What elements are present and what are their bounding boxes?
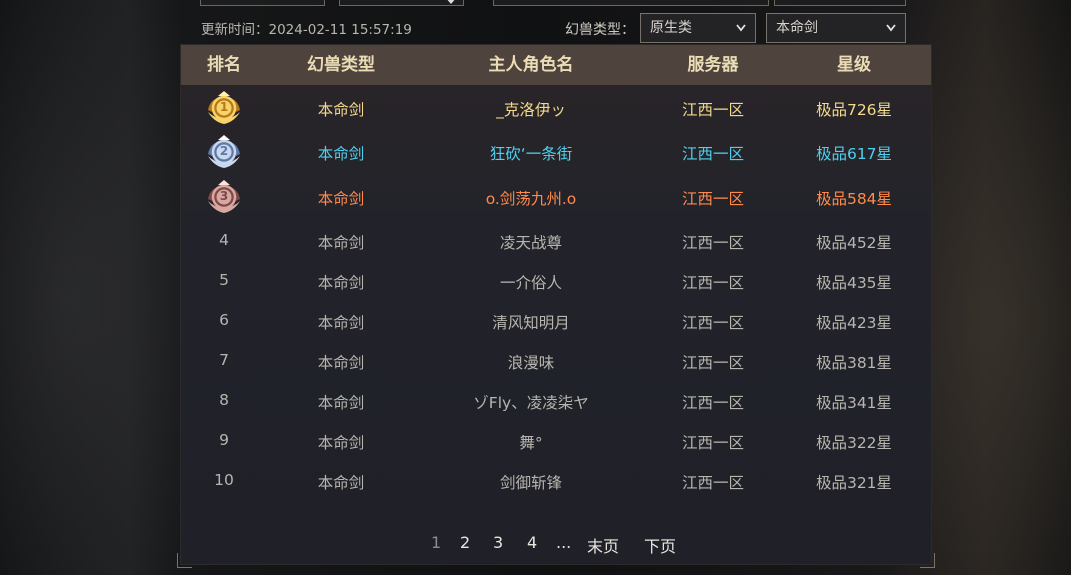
owner-name-cell: ゾFly、凌凌柒ヤ	[473, 394, 589, 412]
server-cell: 江西一区	[681, 101, 745, 119]
beast-type-cell: 本命剑	[317, 314, 365, 332]
owner-name-cell: 清风知明月	[492, 314, 570, 332]
stars-cell: 极品322星	[815, 434, 893, 452]
stars-cell: 极品452星	[815, 234, 893, 252]
owner-name-cell: 浪漫味	[507, 354, 555, 372]
rank-cell: 10	[214, 471, 234, 489]
rank-cell: 8	[219, 391, 229, 409]
beast-type-cell: 本命剑	[317, 101, 365, 119]
beast-type-cell: 本命剑	[317, 190, 365, 208]
server-cell: 江西一区	[681, 434, 745, 452]
table-row: 2 本命剑 狂砍‘一条街 江西一区 极品617星	[181, 132, 931, 172]
rank-number: 2	[219, 144, 229, 158]
stars-cell: 极品423星	[815, 314, 893, 332]
beast-type-select-value: 原生类	[650, 20, 692, 36]
owner-name-cell: 一介俗人	[499, 274, 563, 292]
table-header: 排名 幻兽类型 主人角色名 服务器 星级	[181, 45, 931, 85]
stars-cell: 极品584星	[815, 190, 893, 208]
header-rank: 排名	[207, 55, 241, 75]
last-page-link[interactable]: 末页	[587, 533, 619, 557]
beast-name-select[interactable]: 本命剑	[766, 13, 906, 43]
silver-rank-2-medal-icon: 2	[204, 132, 244, 172]
page-2-link[interactable]: 2	[460, 533, 470, 552]
beast-name-select-value: 本命剑	[776, 20, 818, 36]
pagination-ellipsis: ...	[556, 533, 572, 552]
table-row: 5 本命剑 一介俗人 江西一区 极品435星	[181, 261, 931, 301]
rank-cell: 5	[219, 271, 229, 289]
table-row: 10 本命剑 剑御斩锋 江西一区 极品321星	[181, 461, 931, 501]
gold-rank-1-medal-icon: 1	[204, 88, 244, 128]
stars-cell: 极品726星	[815, 101, 893, 119]
stars-cell: 极品381星	[815, 354, 893, 372]
server-cell: 江西一区	[681, 314, 745, 332]
page-3-link[interactable]: 3	[493, 533, 503, 552]
owner-name-cell: 凌天战尊	[499, 234, 563, 252]
page-4-link[interactable]: 4	[527, 533, 537, 552]
beast-type-cell: 本命剑	[317, 354, 365, 372]
dropdown-arrow-icon	[445, 0, 457, 4]
server-cell: 江西一区	[681, 274, 745, 292]
stars-cell: 极品341星	[815, 394, 893, 412]
rank-cell: 6	[219, 311, 229, 329]
rank-number: 1	[219, 100, 229, 114]
rank-cell: 4	[219, 231, 229, 249]
server-cell: 江西一区	[681, 145, 745, 163]
header-beast-type: 幻兽类型	[307, 55, 375, 75]
beast-type-label: 幻兽类型：	[565, 22, 635, 38]
beast-type-select[interactable]: 原生类	[640, 13, 756, 43]
header-owner: 主人角色名	[488, 55, 574, 75]
table-row: 7 本命剑 浪漫味 江西一区 极品381星	[181, 341, 931, 381]
top-dropdown-stub[interactable]	[339, 0, 464, 6]
table-row: 6 本命剑 清风知明月 江西一区 极品423星	[181, 301, 931, 341]
beast-type-cell: 本命剑	[317, 434, 365, 452]
table-row: 1 本命剑 _克洛伊ッ 江西一区 极品726星	[181, 88, 931, 128]
header-server: 服务器	[687, 55, 739, 75]
table-row: 4 本命剑 凌天战尊 江西一区 极品452星	[181, 221, 931, 261]
rank-number: 3	[219, 189, 229, 203]
owner-name-cell: 狂砍‘一条街	[489, 145, 573, 163]
ranking-panel: 排名 幻兽类型 主人角色名 服务器 星级 1 本命剑 _克洛伊ッ 江西一区 极品726星…	[177, 45, 935, 568]
rank-cell: 9	[219, 431, 229, 449]
owner-name-cell: 剑御斩锋	[499, 474, 563, 492]
panel-corner-ornament	[920, 553, 935, 568]
bronze-rank-3-medal-icon: 3	[204, 177, 244, 217]
table-row: 8 本命剑 ゾFly、凌凌柒ヤ 江西一区 极品341星	[181, 381, 931, 421]
beast-type-cell: 本命剑	[317, 234, 365, 252]
beast-type-cell: 本命剑	[317, 274, 365, 292]
chevron-down-icon	[886, 24, 896, 32]
next-page-link[interactable]: 下页	[644, 533, 676, 557]
beast-type-cell: 本命剑	[317, 394, 365, 412]
server-cell: 江西一区	[681, 190, 745, 208]
page-1-link[interactable]: 1	[431, 533, 441, 552]
server-cell: 江西一区	[681, 354, 745, 372]
owner-name-cell: 舞°	[519, 434, 543, 452]
beast-type-cell: 本命剑	[317, 145, 365, 163]
owner-name-cell: o.剑荡九州.o	[485, 190, 577, 208]
owner-name-cell: _克洛伊ッ	[496, 101, 566, 119]
rank-cell: 7	[219, 351, 229, 369]
update-time: 更新时间：2024-02-11 15:57:19	[201, 22, 412, 38]
stars-cell: 极品435星	[815, 274, 893, 292]
panel-corner-ornament	[177, 553, 192, 568]
chevron-down-icon	[736, 24, 746, 32]
table-row: 3 本命剑 o.剑荡九州.o 江西一区 极品584星	[181, 177, 931, 217]
server-cell: 江西一区	[681, 474, 745, 492]
server-cell: 江西一区	[681, 394, 745, 412]
top-button-stub[interactable]	[774, 0, 906, 6]
table-row: 9 本命剑 舞° 江西一区 极品322星	[181, 421, 931, 461]
server-cell: 江西一区	[681, 234, 745, 252]
stars-cell: 极品321星	[815, 474, 893, 492]
stars-cell: 极品617星	[815, 145, 893, 163]
top-search-stub[interactable]	[493, 0, 769, 6]
header-stars: 星级	[837, 55, 871, 75]
top-field-stub[interactable]	[200, 0, 325, 6]
beast-type-cell: 本命剑	[317, 474, 365, 492]
